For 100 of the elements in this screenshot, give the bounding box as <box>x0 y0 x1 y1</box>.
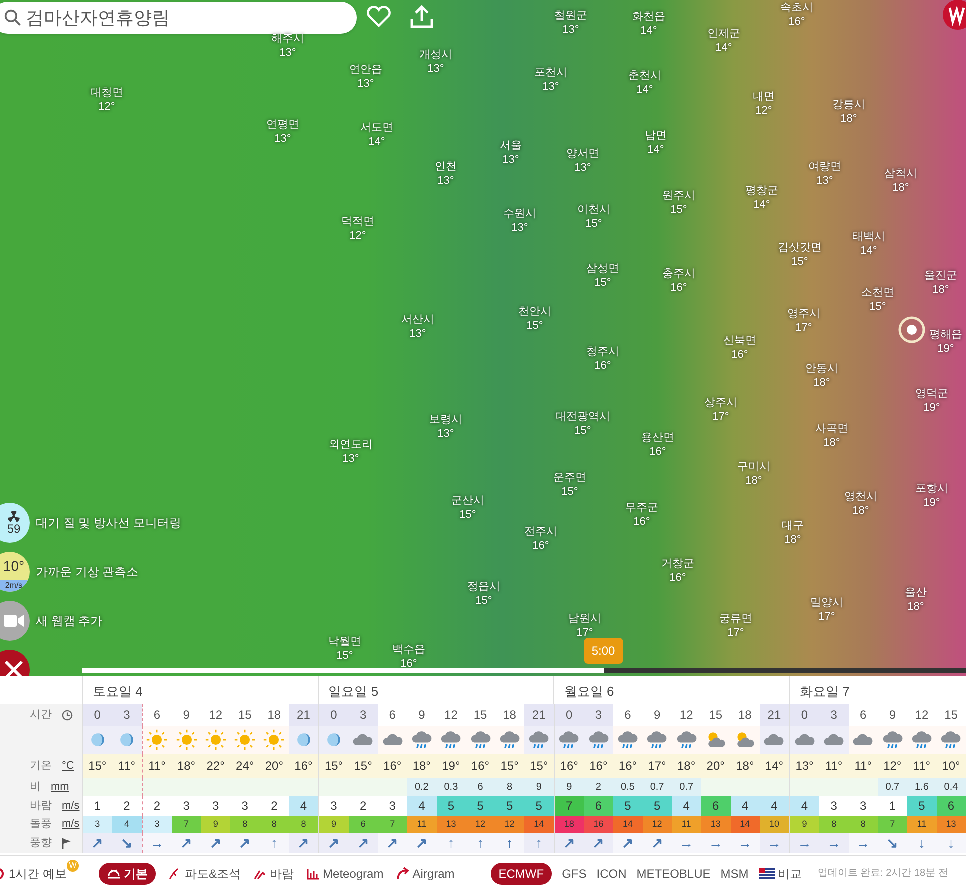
wind-cell: 6 <box>701 796 731 816</box>
rain-cell: 0.7 <box>642 778 672 796</box>
place-temperature: 17° <box>712 410 730 424</box>
place-temperature: 14° <box>860 244 878 258</box>
place-temperature: 15° <box>460 508 476 522</box>
place-temperature: 18° <box>814 376 830 390</box>
place-name: 인제군 <box>708 27 740 41</box>
wind-direction-cell: ↗ <box>82 833 112 853</box>
place-temperature: 13° <box>342 452 360 466</box>
gust-cell: 9 <box>201 816 230 833</box>
wind-cell: 4 <box>407 796 437 816</box>
wind-direction-cell: → <box>760 833 790 853</box>
model-tab[interactable]: ECMWF <box>490 862 552 884</box>
view-tab[interactable]: Meteogram <box>306 864 384 882</box>
place-name: 서울 <box>500 139 522 153</box>
place-name: 인천 <box>435 160 457 174</box>
model-tab[interactable]: GFS <box>562 864 587 882</box>
logo-icon[interactable] <box>942 0 966 32</box>
place-name: 용산면 <box>642 431 674 445</box>
wind-direction-cell: ↗ <box>318 833 349 853</box>
temperature-cell: 13° <box>789 754 820 778</box>
wind-cell: 5 <box>642 796 672 816</box>
hourly-forecast-button[interactable]: 1시간 예보 <box>0 864 68 882</box>
wind-direction-cell: ↑ <box>466 833 496 853</box>
model-tab[interactable]: METEOBLUE <box>636 864 711 882</box>
place-name: 외연도리 <box>329 438 373 452</box>
gust-cell: 11 <box>672 816 702 833</box>
temperature-cell: 16° <box>584 754 614 778</box>
premium-badge: W <box>67 860 80 872</box>
model-tab[interactable]: ICON <box>596 864 627 882</box>
wind-direction-cell: ↗ <box>348 833 378 853</box>
compare-button[interactable]: 비교 <box>758 864 802 882</box>
rain-cell: 9 <box>524 778 554 796</box>
wind-direction-cell: ↘ <box>878 833 908 853</box>
day-label: 일요일 5 <box>328 684 379 699</box>
place-name: 안동시 <box>806 362 838 376</box>
wind-cell: 7 <box>554 796 584 816</box>
view-tab[interactable]: 파도&조석 <box>168 864 242 882</box>
place-name: 천안시 <box>518 305 552 319</box>
place-temperature: 18° <box>852 504 870 518</box>
place-temperature: 13° <box>542 80 560 94</box>
place-temperature: 17° <box>818 610 836 624</box>
rain-cell: 1.6 <box>907 778 937 796</box>
view-tab[interactable]: 기본 <box>99 862 156 884</box>
place-temperature: 19° <box>924 401 940 415</box>
gust-cell: 13 <box>936 816 966 833</box>
place-temperature: 13° <box>512 221 528 235</box>
place-temperature: 14° <box>640 24 658 38</box>
place-name: 전주시 <box>524 525 558 539</box>
model-tab[interactable]: MSM <box>720 864 749 882</box>
gust-cell: 14 <box>613 816 643 833</box>
gust-cell: 6 <box>348 816 378 833</box>
place-temperature: 16° <box>788 15 806 29</box>
temperature-cell: 11° <box>907 754 937 778</box>
place-temperature: 13° <box>816 174 834 188</box>
rain-cell: 0.5 <box>613 778 643 796</box>
air-quality-button[interactable]: 59 <box>0 503 30 543</box>
wind-cell: 4 <box>730 796 760 816</box>
place-name: 삼성면 <box>586 262 620 276</box>
place-name: 김삿갓면 <box>778 241 822 255</box>
temperature-cell: 15° <box>524 754 554 778</box>
place-name: 서도면 <box>360 121 394 135</box>
place-name: 영덕군 <box>916 387 948 401</box>
wind-cell: 4 <box>672 796 702 816</box>
place-temperature: 15° <box>586 217 602 231</box>
view-tab[interactable]: 바람 <box>253 864 294 882</box>
search-field[interactable]: 검마산자연휴양림 <box>0 2 357 34</box>
place-name: 사곡면 <box>816 422 848 436</box>
gust-cell: 11 <box>407 816 437 833</box>
place-name: 연평면 <box>266 118 300 132</box>
place-name: 평창군 <box>746 184 778 198</box>
place-temperature: 17° <box>728 626 744 640</box>
rain-cell: 9 <box>554 778 584 796</box>
place-temperature: 19° <box>938 342 954 356</box>
temperature-cell: 14° <box>760 754 790 778</box>
unit-label: m/s <box>62 798 80 814</box>
view-tab[interactable]: Airgram <box>396 864 455 882</box>
weather-station-button[interactable]: 10° 2m/s <box>0 552 30 592</box>
place-temperature: 12° <box>98 100 116 114</box>
wind-cell: 6 <box>584 796 614 816</box>
place-name: 소천면 <box>862 286 894 300</box>
heart-icon[interactable] <box>366 6 392 28</box>
place-temperature: 17° <box>796 321 812 335</box>
hour-cell: 3 <box>348 704 378 726</box>
wind-direction-cell: → <box>672 833 702 853</box>
rain-cell <box>112 778 142 796</box>
gust-cell: 8 <box>289 816 318 833</box>
wind-direction-cell: ↗ <box>642 833 672 853</box>
place-name: 대전광역시 <box>556 410 610 424</box>
place-temperature: 13° <box>280 46 296 60</box>
timeline-track[interactable] <box>82 668 966 673</box>
place-name: 운주면 <box>554 471 586 485</box>
wind-cell: 5 <box>907 796 937 816</box>
webcam-button[interactable] <box>0 601 30 641</box>
gust-cell: 9 <box>318 816 349 833</box>
wind-direction-cell: ↓ <box>907 833 937 853</box>
row-label: 기온 <box>30 758 52 774</box>
place-name: 남면 <box>645 129 667 143</box>
share-icon[interactable] <box>409 4 435 30</box>
place-temperature: 15° <box>526 319 544 333</box>
